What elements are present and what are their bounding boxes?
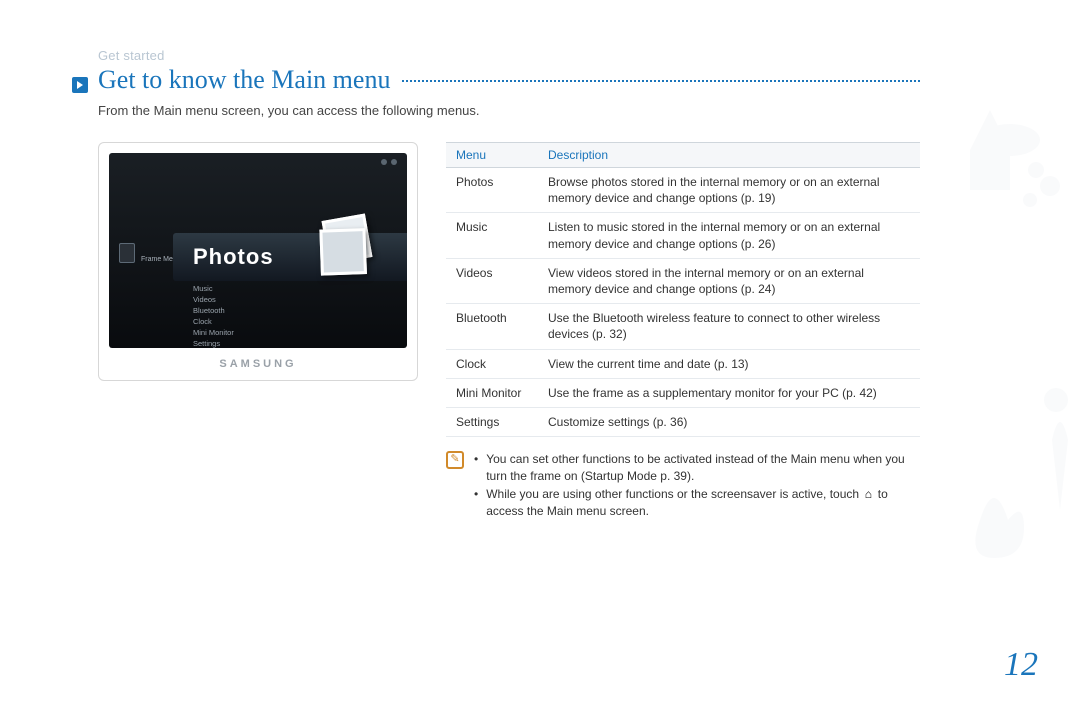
menu-description-table: Menu Description PhotosBrowse photos sto…	[446, 142, 920, 437]
page-number: 12	[1004, 646, 1038, 684]
status-icons	[381, 159, 397, 165]
table-cell-menu: Mini Monitor	[446, 378, 538, 407]
note-bullet-2: While you are using other functions or t…	[486, 486, 920, 521]
home-icon: ⌂	[862, 488, 874, 500]
table-cell-menu: Clock	[446, 349, 538, 378]
title-arrow-icon	[72, 77, 88, 98]
photo-thumb-icon	[322, 214, 373, 265]
table-row: SettingsCustomize settings (p. 36)	[446, 407, 920, 436]
table-cell-description: Browse photos stored in the internal mem…	[538, 168, 920, 213]
table-cell-description: Customize settings (p. 36)	[538, 407, 920, 436]
device-screen: Frame Memory Photos MusicVideosBluetooth…	[109, 153, 407, 348]
table-cell-menu: Settings	[446, 407, 538, 436]
table-cell-menu: Videos	[446, 258, 538, 303]
note-icon: ✎	[446, 451, 464, 469]
table-cell-menu: Music	[446, 213, 538, 258]
table-cell-menu: Photos	[446, 168, 538, 213]
breadcrumb: Get started	[98, 48, 920, 63]
note-bullet-1: You can set other functions to be activa…	[486, 451, 920, 486]
device-menu-item: Videos	[193, 294, 234, 305]
table-row: BluetoothUse the Bluetooth wireless feat…	[446, 304, 920, 349]
table-cell-description: View the current time and date (p. 13)	[538, 349, 920, 378]
intro-text: From the Main menu screen, you can acces…	[98, 103, 920, 118]
page-title: Get to know the Main menu	[98, 65, 390, 95]
selected-menu-band: Photos	[173, 233, 407, 281]
device-menu-item: Bluetooth	[193, 305, 234, 316]
device-menu-item: Settings	[193, 338, 234, 348]
table-cell-description: Listen to music stored in the internal m…	[538, 213, 920, 258]
device-menu-item: Clock	[193, 316, 234, 327]
table-cell-menu: Bluetooth	[446, 304, 538, 349]
table-header-description: Description	[538, 143, 920, 168]
table-row: MusicListen to music stored in the inter…	[446, 213, 920, 258]
device-brand: SAMSUNG	[109, 358, 407, 370]
table-row: VideosView videos stored in the internal…	[446, 258, 920, 303]
device-menu-item: Music	[193, 283, 234, 294]
device-menu-list: MusicVideosBluetoothClockMini MonitorSet…	[193, 283, 234, 348]
title-dotted-rule	[402, 80, 920, 82]
table-row: ClockView the current time and date (p. …	[446, 349, 920, 378]
device-menu-item: Mini Monitor	[193, 327, 234, 338]
device-frame-illustration: Frame Memory Photos MusicVideosBluetooth…	[98, 142, 418, 381]
notes-block: ✎ You can set other functions to be acti…	[446, 451, 920, 521]
table-header-menu: Menu	[446, 143, 538, 168]
table-row: Mini MonitorUse the frame as a supplemen…	[446, 378, 920, 407]
selected-menu-label: Photos	[193, 244, 274, 270]
table-row: PhotosBrowse photos stored in the intern…	[446, 168, 920, 213]
table-cell-description: Use the frame as a supplementary monitor…	[538, 378, 920, 407]
table-cell-description: Use the Bluetooth wireless feature to co…	[538, 304, 920, 349]
table-cell-description: View videos stored in the internal memor…	[538, 258, 920, 303]
sdcard-icon	[119, 243, 135, 263]
